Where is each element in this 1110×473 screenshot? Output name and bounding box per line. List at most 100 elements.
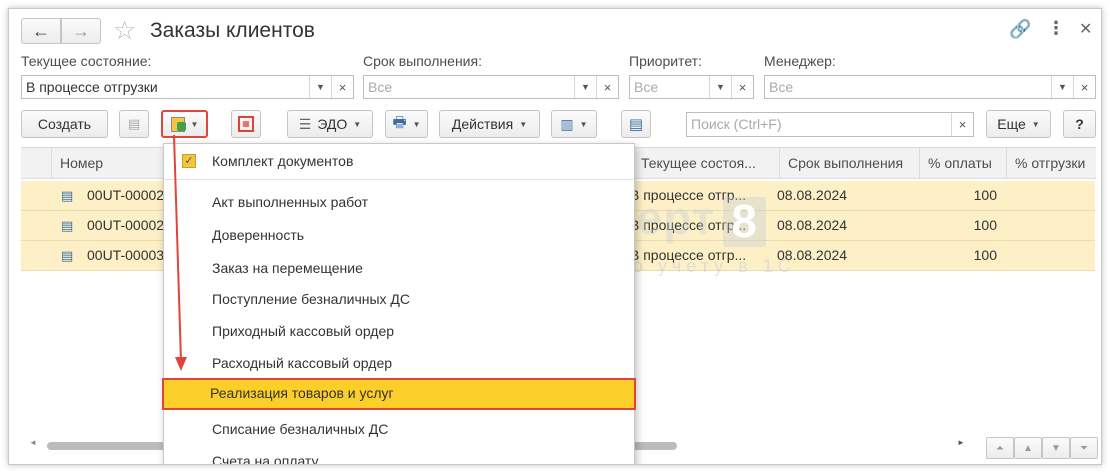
forward-button[interactable]: →: [61, 18, 101, 44]
menu-item-transfer-order[interactable]: Заказ на перемещение: [164, 253, 634, 283]
create-button-label: Создать: [37, 116, 92, 132]
manager-filter-field[interactable]: Все ▼ ×: [764, 75, 1096, 99]
clear-icon[interactable]: ×: [1073, 76, 1095, 98]
document-posted-icon: ▤: [61, 248, 74, 263]
menu-item-sales-invoice[interactable]: Реализация товаров и услуг: [162, 378, 636, 410]
row-paid: 100: [973, 247, 997, 263]
column-header-number[interactable]: Номер: [51, 148, 161, 179]
list-settings-button[interactable]: ▤: [621, 110, 651, 138]
state-filter-value: В процессе отгрузки: [26, 79, 158, 95]
menu-item-bank-expense[interactable]: Списание безналичных ДС: [164, 414, 634, 444]
star-icon[interactable]: ☆: [113, 15, 136, 46]
clear-icon[interactable]: ×: [951, 113, 973, 136]
row-shipped: [1006, 241, 1086, 270]
document-posted-icon: ▤: [61, 188, 74, 203]
document-posted-icon: ▤: [61, 218, 74, 233]
move-up-button[interactable]: ▲: [1014, 437, 1042, 459]
scroll-right-icon[interactable]: ►: [957, 438, 965, 447]
priority-filter-label: Приоритет:: [629, 53, 702, 69]
menu-separator: [164, 179, 634, 180]
chevron-down-icon: ▼: [579, 119, 588, 129]
create-based-on-button[interactable]: ▼: [161, 110, 208, 138]
scroll-left-icon[interactable]: ◄: [29, 438, 37, 447]
back-button[interactable]: ←: [21, 18, 61, 44]
chart-icon: ▥: [560, 115, 574, 132]
move-last-button[interactable]: ⏷: [1070, 437, 1098, 459]
copy-button[interactable]: ▤: [119, 110, 149, 138]
create-based-icon: [170, 116, 186, 132]
row-number: 00UT-00002: [87, 187, 165, 203]
state-filter-field[interactable]: В процессе отгрузки ▼ ×: [21, 75, 354, 99]
print-button[interactable]: 🖶 ▼: [385, 110, 428, 138]
menu-item-label: Заказ на перемещение: [212, 260, 363, 276]
manager-filter-label: Менеджер:: [764, 53, 836, 69]
column-header-deadline[interactable]: Срок выполнения: [779, 148, 919, 179]
move-up-icon: ▲: [1023, 442, 1033, 454]
row-shipped: [1006, 181, 1086, 210]
column-header-state[interactable]: Текущее состоя...: [632, 148, 779, 179]
close-icon[interactable]: ✕: [1079, 19, 1092, 39]
more-vert-icon[interactable]: ⋮: [1047, 18, 1065, 39]
menu-item-label: Приходный кассовый ордер: [212, 323, 395, 339]
watermark-digit: 8: [723, 196, 766, 247]
priority-filter-value: Все: [634, 79, 659, 95]
edo-icon: ☰: [298, 115, 312, 132]
row-paid: 100: [973, 217, 997, 233]
row-number: 00UT-00003: [87, 247, 165, 263]
priority-filter-field[interactable]: Все ▼ ×: [629, 75, 754, 99]
search-input[interactable]: Поиск (Ctrl+F): [691, 116, 782, 132]
help-button[interactable]: ?: [1063, 110, 1096, 138]
menu-item-label: Счета на оплату: [212, 453, 319, 465]
chevron-down-icon[interactable]: ▼: [709, 76, 731, 98]
chevron-down-icon: ▼: [353, 119, 362, 129]
clear-icon[interactable]: ×: [596, 76, 618, 98]
move-down-icon: ▼: [1051, 442, 1061, 454]
menu-item-cash-expense[interactable]: Расходный кассовый ордер: [164, 348, 634, 378]
link-icon[interactable]: 🔗: [1009, 19, 1031, 40]
row-deadline: 08.08.2024: [777, 217, 848, 233]
menu-item-cash-receipt[interactable]: Приходный кассовый ордер: [164, 316, 634, 346]
manager-filter-value: Все: [769, 79, 794, 95]
menu-item-label: Акт выполненных работ: [212, 194, 369, 210]
page-title: Заказы клиентов: [150, 19, 315, 42]
menu-item-label: Комплект документов: [212, 153, 354, 169]
document-icon: ▤: [127, 116, 141, 131]
report-button[interactable]: ▦: [231, 110, 261, 138]
menu-item-label: Списание безналичных ДС: [212, 421, 389, 437]
column-header-paid[interactable]: % оплаты: [919, 148, 1006, 179]
column-header-shipped[interactable]: % отгрузки: [1006, 148, 1096, 179]
more-button[interactable]: Еще ▼: [986, 110, 1051, 138]
chevron-down-icon[interactable]: ▼: [309, 76, 331, 98]
menu-item-act[interactable]: Акт выполненных работ: [164, 187, 634, 217]
chevron-down-icon[interactable]: ▼: [574, 76, 596, 98]
print-icon: 🖶: [392, 113, 407, 131]
create-button[interactable]: Создать: [21, 110, 108, 138]
menu-item-label: Реализация товаров и услуг: [210, 385, 394, 401]
state-filter-label: Текущее состояние:: [21, 53, 152, 69]
help-button-label: ?: [1075, 116, 1084, 132]
row-deadline: 08.08.2024: [777, 247, 848, 263]
row-paid: 100: [973, 187, 997, 203]
chevron-down-icon[interactable]: ▼: [1051, 76, 1073, 98]
window: ← → ☆ Заказы клиентов 🔗 ⋮ ✕ Текущее сост…: [8, 8, 1102, 465]
reports-menu-button[interactable]: ▥ ▼: [551, 110, 597, 138]
list-icon: ▤: [628, 116, 644, 133]
move-first-button[interactable]: ⏶: [986, 437, 1014, 459]
edo-button[interactable]: ☰ ЭДО ▼: [287, 110, 373, 138]
clear-icon[interactable]: ×: [731, 76, 753, 98]
create-based-on-menu: ✓ Комплект документов Акт выполненных ра…: [162, 143, 636, 465]
move-down-button[interactable]: ▼: [1042, 437, 1070, 459]
menu-item-power-of-attorney[interactable]: Доверенность: [164, 220, 634, 250]
actions-button[interactable]: Действия ▼: [439, 110, 540, 138]
menu-item-bank-receipt[interactable]: Поступление безналичных ДС: [164, 284, 634, 314]
menu-item-label: Расходный кассовый ордер: [212, 355, 393, 371]
menu-item-invoices[interactable]: Счета на оплату: [164, 446, 634, 465]
deadline-filter-field[interactable]: Все ▼ ×: [363, 75, 619, 99]
actions-button-label: Действия: [451, 116, 514, 132]
clear-icon[interactable]: ×: [331, 76, 353, 98]
annotation-arrow: [173, 135, 187, 371]
arrow-left-icon: ←: [32, 20, 50, 41]
move-last-icon: ⏷: [1080, 442, 1088, 454]
search-field[interactable]: Поиск (Ctrl+F) ×: [686, 112, 974, 137]
menu-item-document-set[interactable]: ✓ Комплект документов: [164, 146, 634, 176]
